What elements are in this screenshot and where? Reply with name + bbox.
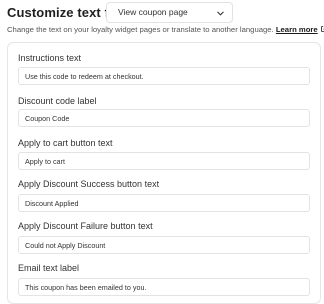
subtitle: Change the text on your loyalty widget p… — [7, 25, 324, 37]
field-label-apply-success: Apply Discount Success button text — [18, 179, 160, 189]
apply-success-value: Discount Applied — [25, 199, 79, 208]
field-label-discount-code: Discount code label — [18, 96, 97, 106]
discount-code-label-input[interactable]: Coupon Code — [18, 109, 310, 127]
text-settings-panel: Instructions text Use this code to redee… — [7, 42, 321, 304]
learn-more-label: Learn more — [275, 25, 318, 34]
field-label-apply-failure: Apply Discount Failure button text — [18, 221, 153, 231]
email-text-input[interactable]: This coupon has been emailed to you. — [18, 278, 310, 296]
apply-failure-input[interactable]: Could not Apply Discount — [18, 236, 310, 254]
header: Customize text for: View coupon page — [7, 2, 319, 24]
discount-code-label-value: Coupon Code — [25, 114, 70, 123]
field-label-instructions: Instructions text — [18, 53, 82, 63]
apply-to-cart-value: Apply to cart — [25, 157, 65, 166]
field-label-email: Email text label — [18, 263, 80, 273]
chevron-down-icon — [217, 11, 224, 16]
learn-more-link[interactable]: Learn more — [276, 25, 324, 34]
page-select-dropdown[interactable]: View coupon page — [106, 2, 233, 23]
email-text-value: This coupon has been emailed to you. — [25, 283, 147, 292]
apply-failure-value: Could not Apply Discount — [25, 241, 106, 250]
page-select-value: View coupon page — [118, 7, 188, 17]
instructions-text-input[interactable]: Use this code to redeem at checkout. — [18, 67, 310, 85]
subtitle-text: Change the text on your loyalty widget p… — [7, 25, 274, 34]
instructions-text-value: Use this code to redeem at checkout. — [25, 72, 144, 81]
apply-success-input[interactable]: Discount Applied — [18, 194, 310, 212]
external-link-icon — [320, 26, 324, 32]
apply-to-cart-input[interactable]: Apply to cart — [18, 152, 310, 170]
field-label-apply-to-cart: Apply to cart button text — [18, 138, 113, 148]
